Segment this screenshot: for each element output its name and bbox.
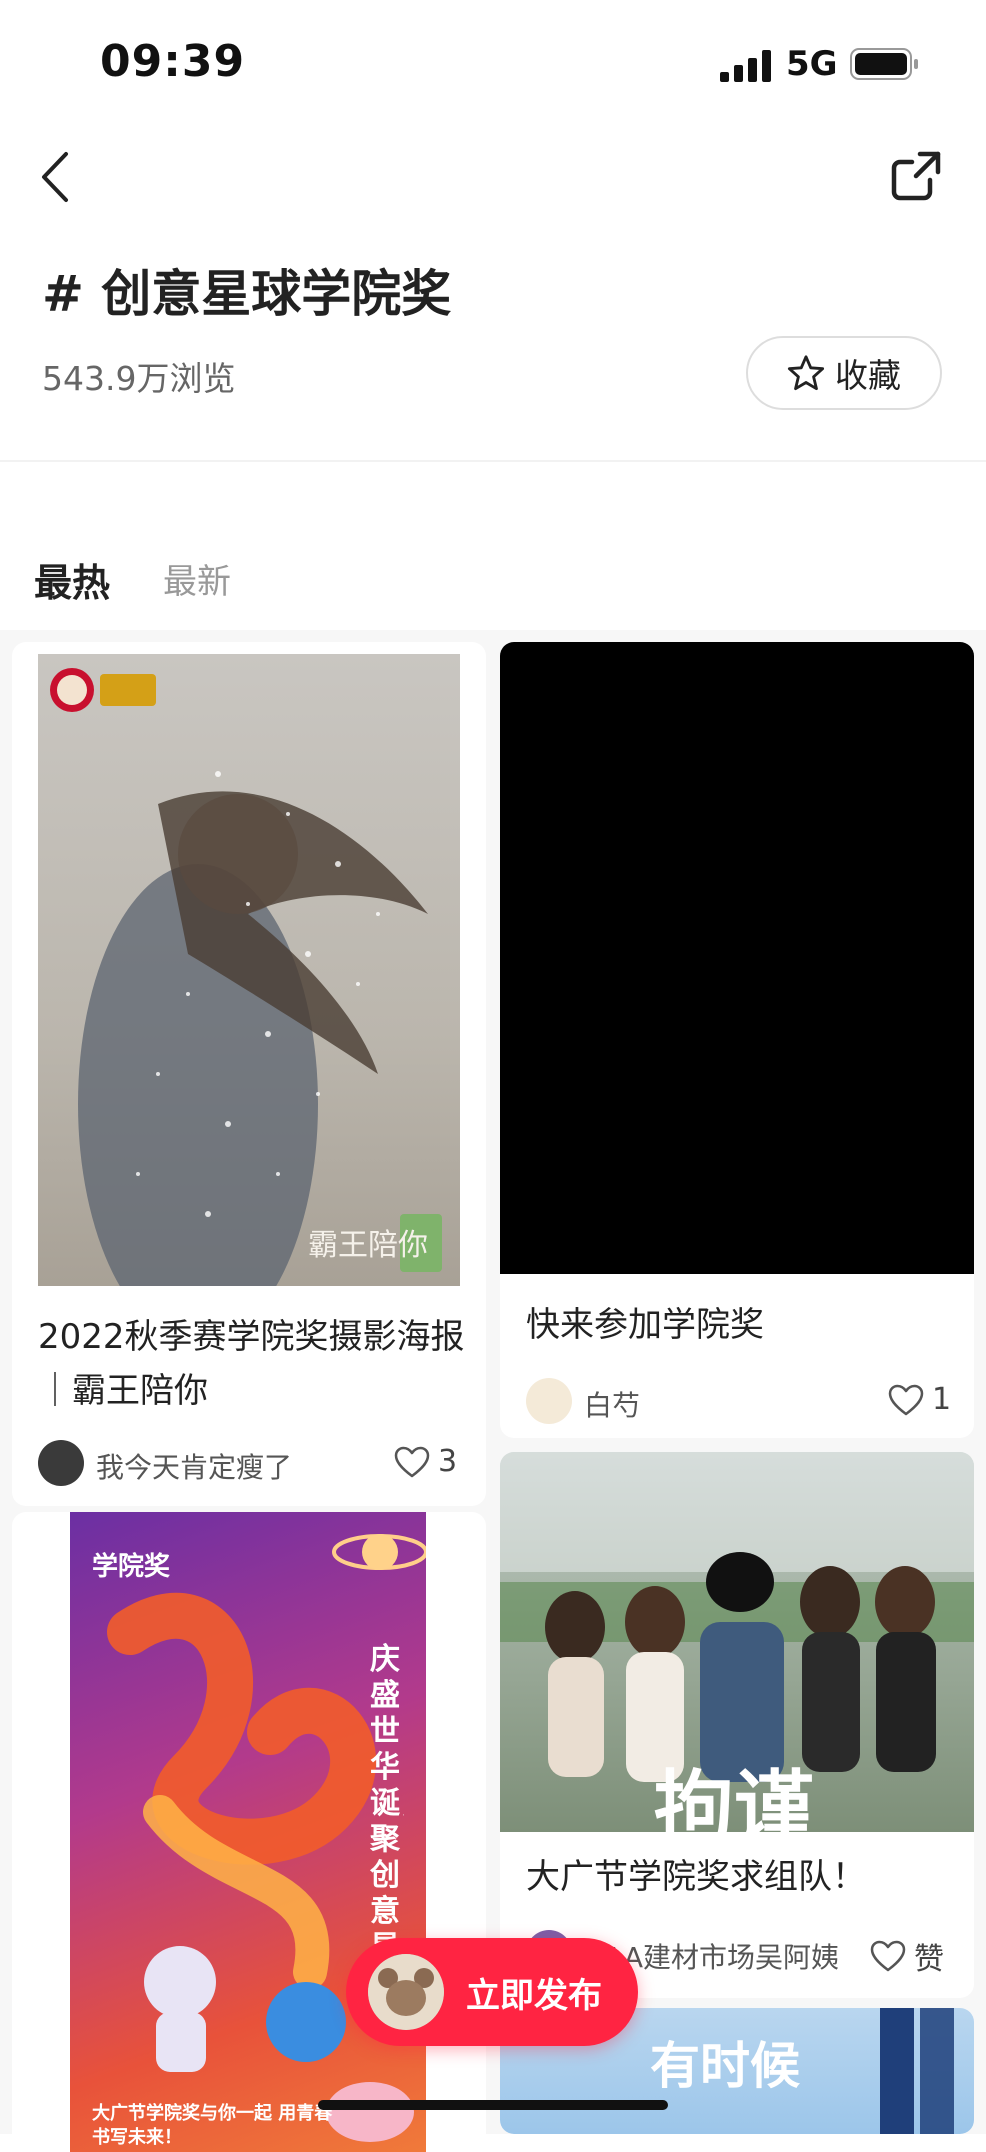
- header-divider: [0, 460, 986, 462]
- tab-new[interactable]: 最新: [163, 554, 231, 603]
- post-image: 霸王陪你: [38, 654, 460, 1286]
- image-text: 霸王陪你: [308, 1228, 428, 1263]
- image-text: 学院奖: [92, 1552, 171, 1582]
- post-card[interactable]: 快来参加学院奖 白芍 1: [500, 642, 974, 1438]
- publish-label: 立即发布: [466, 1975, 602, 2016]
- author-name: 白芍: [584, 1389, 641, 1422]
- like-button[interactable]: 1: [888, 1382, 951, 1417]
- post-card[interactable]: 拘谨 大广节学院奖求组队！ AAA建材市场吴阿姨 赞: [500, 1452, 974, 1998]
- topic-title: # 创意星球学院奖: [42, 265, 452, 323]
- image-text: 拘谨: [654, 1762, 814, 1832]
- product-box: [880, 2008, 914, 2134]
- image-caption: 庆盛世华诞，聚创意星火: [370, 1642, 404, 1972]
- post-image: 拘谨: [500, 1452, 974, 1832]
- favorite-label: 收藏: [835, 356, 901, 395]
- network-type: 5G: [786, 44, 838, 84]
- home-indicator: [318, 2100, 668, 2110]
- heart-icon: [888, 1384, 924, 1415]
- star-icon: [787, 355, 825, 391]
- post-card[interactable]: 霸王陪你 2022秋季赛学院奖摄影海报｜霸王陪你 我今天肯定瘦了 3: [12, 642, 486, 1506]
- post-video-placeholder: [500, 642, 974, 1274]
- favorite-button[interactable]: 收藏: [746, 336, 942, 410]
- view-count: 543.9万浏览: [42, 359, 236, 398]
- post-title: 快来参加学院奖: [526, 1305, 764, 1345]
- tab-hot[interactable]: 最热: [34, 552, 110, 607]
- post-feed: 霸王陪你 2022秋季赛学院奖摄影海报｜霸王陪你 我今天肯定瘦了 3 快来参加学…: [0, 630, 986, 2152]
- image-footer: 大广节学院奖与你一起 用青春书写未来！: [92, 2103, 333, 2148]
- like-count: 赞: [914, 1942, 944, 1977]
- product-box: [920, 2008, 954, 2134]
- avatar: [526, 1378, 572, 1424]
- post-title: 大广节学院奖求组队！: [526, 1857, 866, 1897]
- publish-button[interactable]: 立即发布: [346, 1938, 638, 2046]
- signal-icon: [720, 50, 771, 82]
- back-arrow-icon[interactable]: [38, 150, 74, 204]
- image-text: 有时候: [650, 2037, 800, 2095]
- share-icon[interactable]: [890, 148, 944, 202]
- like-button[interactable]: 赞: [870, 1934, 944, 1978]
- battery-icon: [850, 48, 918, 80]
- post-card[interactable]: 学院奖 庆盛世华诞，聚创意星火 大广节学院奖与你一起 用青春书写未来！: [12, 1512, 486, 2152]
- post-title: 2022秋季赛学院奖摄影海报｜霸王陪你: [38, 1317, 465, 1411]
- like-count: 1: [932, 1382, 952, 1417]
- post-image: 学院奖 庆盛世华诞，聚创意星火 大广节学院奖与你一起 用青春书写未来！: [70, 1512, 426, 2152]
- avatar: [38, 1440, 84, 1486]
- heart-icon: [394, 1446, 430, 1477]
- user-avatar: [368, 1954, 444, 2030]
- like-button[interactable]: 3: [394, 1444, 457, 1479]
- author-name: 我今天肯定瘦了: [96, 1451, 293, 1484]
- heart-icon: [870, 1940, 906, 1972]
- status-time: 09:39: [100, 36, 246, 87]
- like-count: 3: [438, 1444, 458, 1479]
